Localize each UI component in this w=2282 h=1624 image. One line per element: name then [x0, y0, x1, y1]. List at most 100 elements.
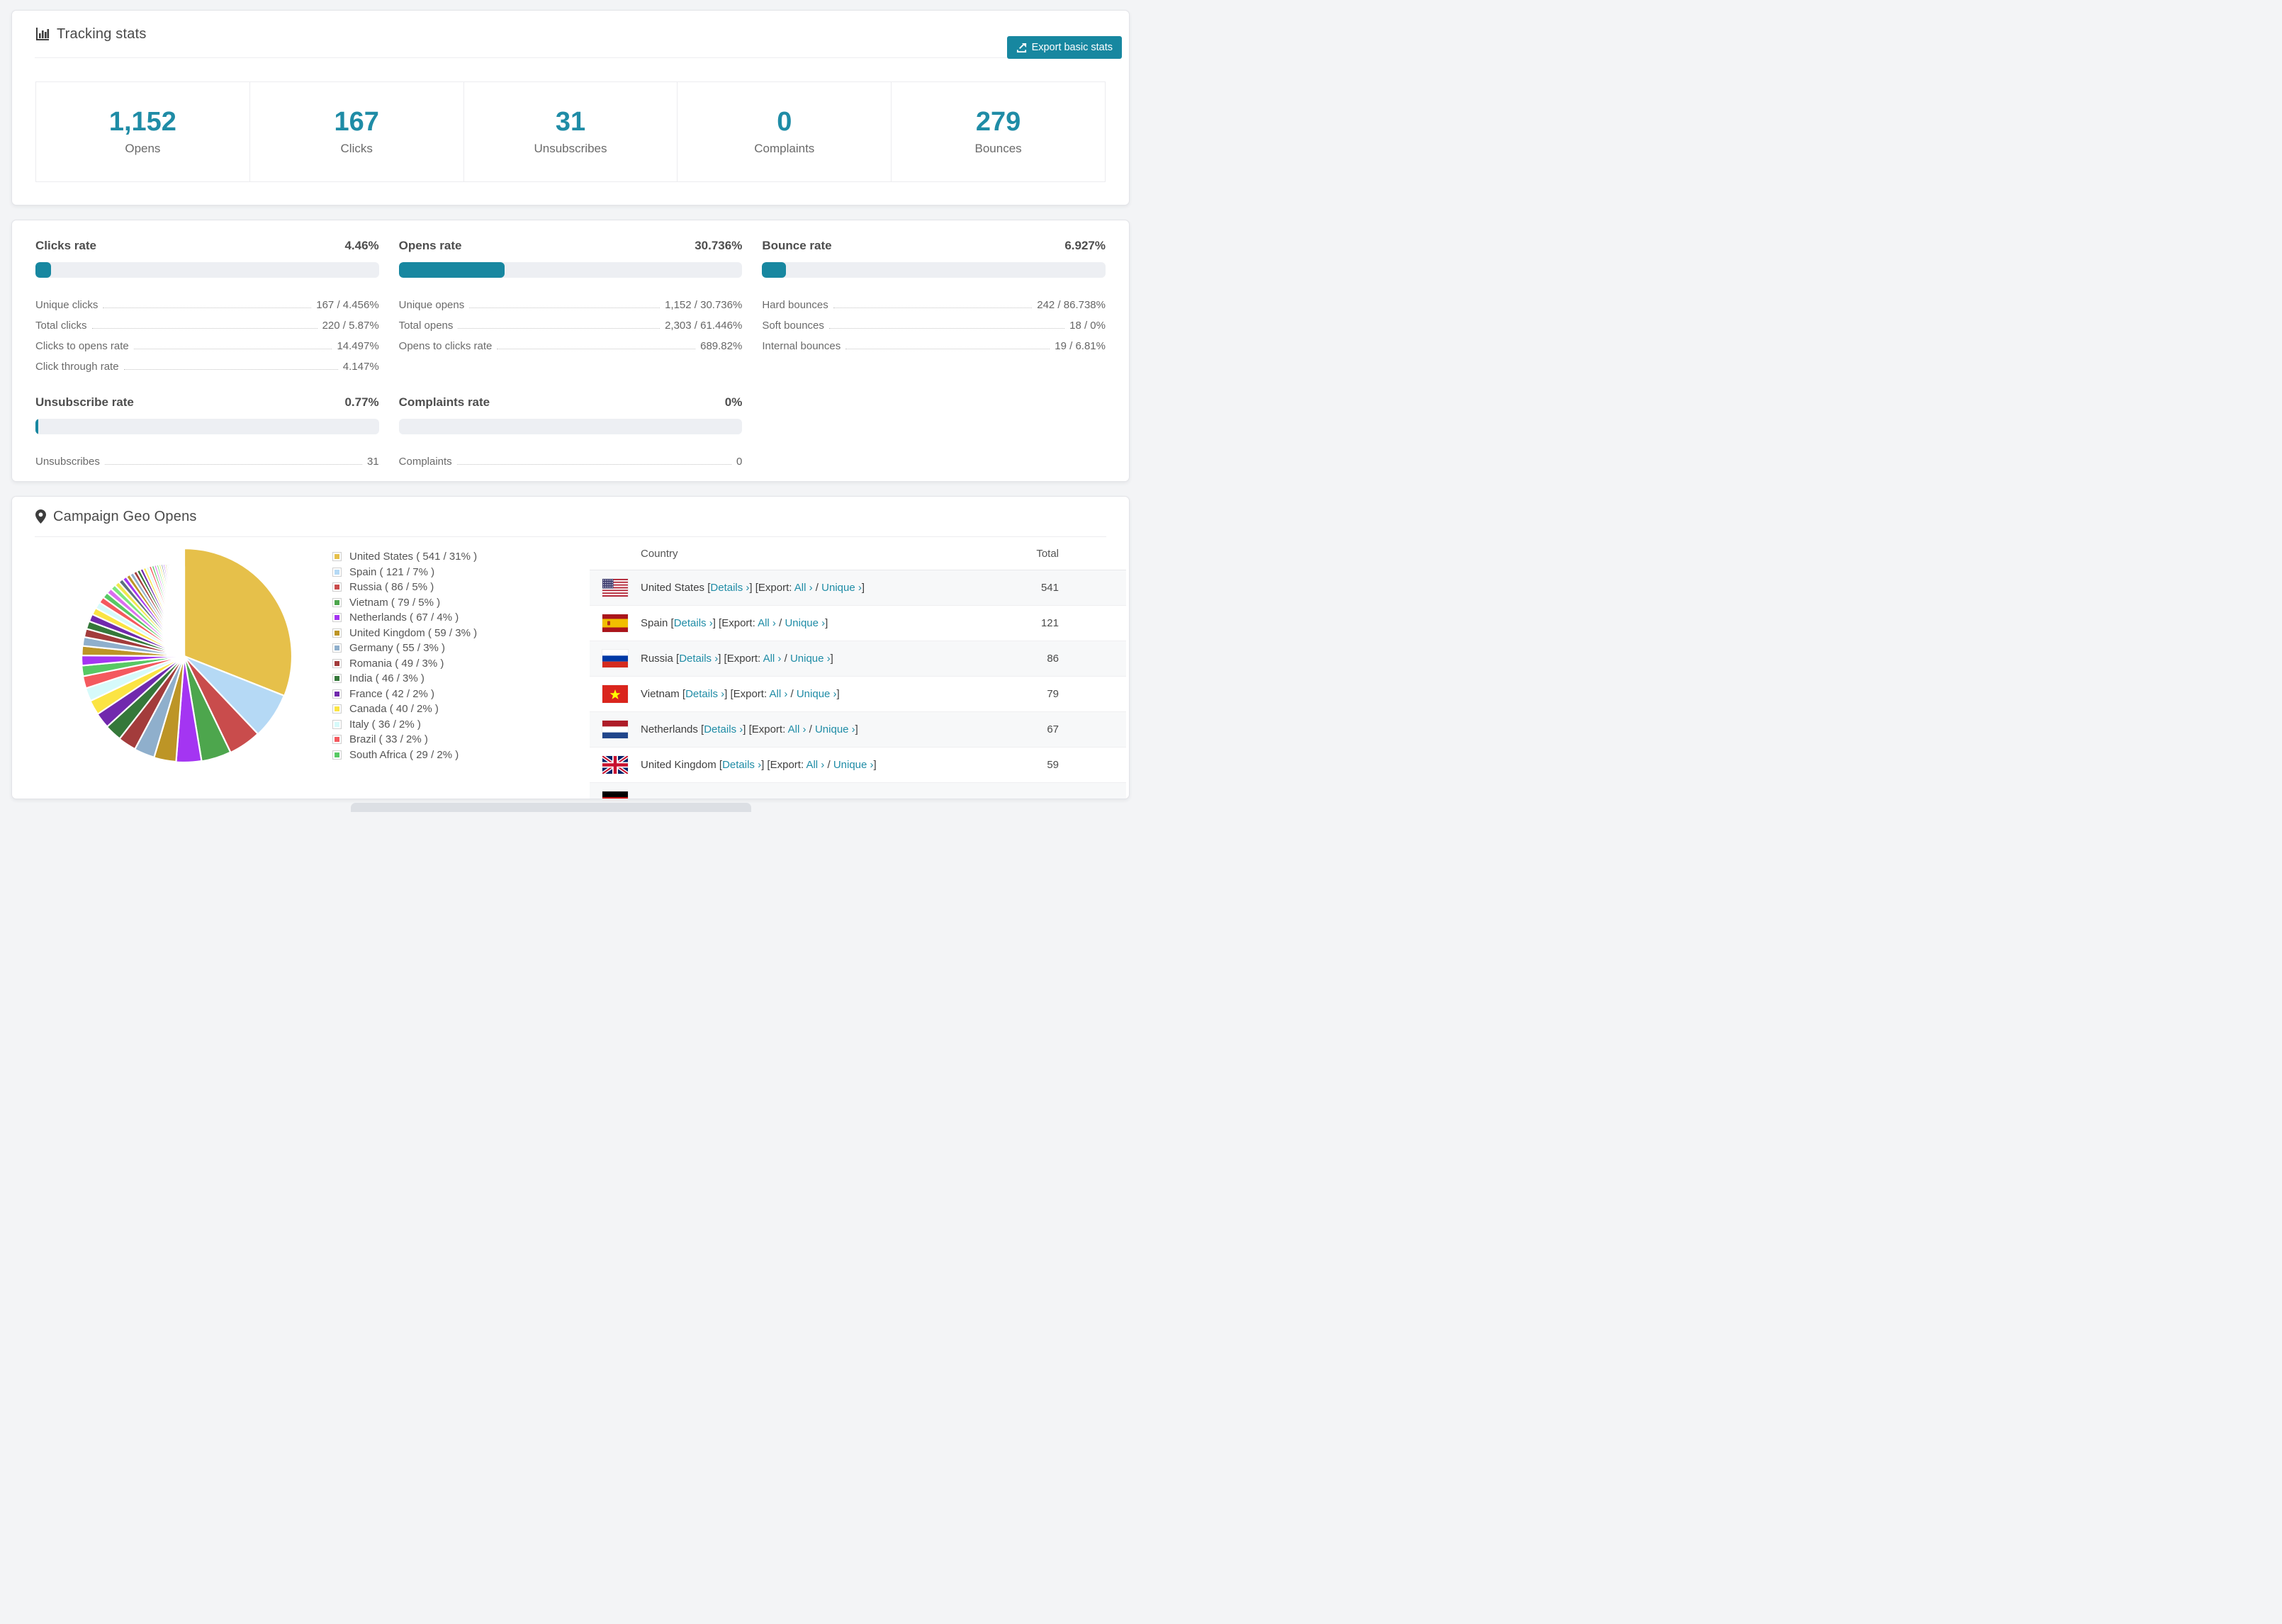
stat-value: 0: [777, 106, 792, 137]
bracket-text: ]: [855, 723, 858, 735]
export-all-link[interactable]: All ›: [794, 582, 813, 594]
country-cell: Spain [Details ›] [Export: All › / Uniqu…: [641, 617, 828, 629]
rate-stat-label: Unique clicks: [35, 299, 99, 311]
export-unique-link[interactable]: Unique ›: [797, 688, 837, 700]
slash-text: /: [812, 582, 822, 594]
rate-stat-rows: Unique opens 1,152 / 30.736% Total opens 2,…: [399, 291, 743, 352]
rate-title: Complaints rate: [398, 395, 490, 409]
slash-text: /: [787, 688, 797, 700]
legend-label: Netherlands ( 67 / 4% ): [349, 611, 459, 624]
bracket-text: ] [Export:: [761, 759, 806, 771]
legend-swatch: [332, 750, 342, 760]
legend-item: Romania ( 49 / 3% ): [332, 656, 477, 672]
bracket-text: ] [Export:: [749, 582, 794, 594]
rate-stat-value: 220 / 5.87%: [322, 320, 379, 332]
rate-stat-value: 689.82%: [700, 340, 743, 352]
dotted-leader: [458, 328, 661, 329]
rate-stat-label: Complaints: [398, 456, 452, 468]
details-link[interactable]: Details ›: [704, 723, 743, 735]
country-total: 59: [1047, 759, 1059, 771]
legend-label: Spain ( 121 / 7% ): [349, 565, 435, 578]
rate-value: 0.77%: [344, 395, 379, 409]
slash-text: /: [781, 653, 790, 665]
legend-item: Spain ( 121 / 7% ): [332, 565, 477, 580]
export-all-link[interactable]: All ›: [769, 688, 787, 700]
legend-swatch: [332, 735, 342, 745]
details-link[interactable]: Details ›: [685, 688, 724, 700]
stat-label: Complaints: [754, 141, 815, 155]
us-flag-icon: [602, 579, 628, 597]
rate-title: Bounce rate: [762, 239, 832, 252]
rate-stat-row: Opens to clicks rate 689.82%: [399, 332, 743, 352]
slash-text: /: [824, 759, 833, 771]
rate-stat-value: 19 / 6.81%: [1055, 340, 1106, 352]
geo-table-row: Vietnam [Details ›] [Export: All › / Uni…: [590, 677, 1126, 712]
bracket-text: ] [Export:: [718, 653, 763, 665]
export-unique-link[interactable]: Unique ›: [833, 759, 874, 771]
export-unique-link[interactable]: Unique ›: [785, 617, 825, 629]
bracket-text: ] [Export:: [712, 617, 758, 629]
export-all-link[interactable]: All ›: [788, 723, 806, 735]
rate-stat-label: Clicks to opens rate: [35, 340, 129, 352]
export-all-link[interactable]: All ›: [763, 653, 782, 665]
export-unique-link[interactable]: Unique ›: [790, 653, 831, 665]
bottom-partial-element: [351, 803, 751, 812]
rate-stat-rows: Unique clicks 167 / 4.456% Total clicks 220…: [35, 291, 379, 373]
gb-flag-icon: [601, 754, 629, 776]
legend-swatch: [332, 643, 342, 653]
rate-section-bounce-rate: Bounce rate 6.927% Hard bounces 242 / 86.73…: [762, 239, 1106, 373]
export-basic-stats-button[interactable]: Export basic stats: [1006, 36, 1122, 59]
rate-progress-fill: [35, 262, 51, 278]
legend-item: Canada ( 40 / 2% ): [332, 701, 477, 717]
legend-label: Russia ( 86 / 5% ): [349, 581, 434, 594]
legend-swatch: [332, 582, 342, 592]
rate-title-row: Opens rate 30.736%: [399, 239, 743, 253]
country-name: United Kingdom [: [641, 759, 723, 771]
details-link[interactable]: Details ›: [674, 617, 713, 629]
stat-box-complaints: 0 Complaints: [677, 81, 892, 182]
export-unique-link[interactable]: Unique ›: [815, 723, 855, 735]
geo-divider: [35, 536, 1106, 537]
dotted-leader: [123, 369, 338, 370]
geo-table-row-partial: [590, 783, 1126, 799]
details-link[interactable]: Details ›: [679, 653, 718, 665]
country-total: 79: [1047, 688, 1059, 700]
legend-item: Vietnam ( 79 / 5% ): [332, 595, 477, 611]
geo-pie-legend: United States ( 541 / 31% ) Spain ( 121 /…: [332, 549, 477, 762]
bracket-text: ] [Export:: [743, 723, 788, 735]
export-unique-link[interactable]: Unique ›: [821, 582, 862, 594]
details-link[interactable]: Details ›: [710, 582, 749, 594]
legend-label: Vietnam ( 79 / 5% ): [349, 596, 441, 609]
rate-stat-row: Click through rate 4.147%: [35, 352, 379, 373]
legend-item: Italy ( 36 / 2% ): [332, 717, 477, 733]
rate-stat-label: Hard bounces: [762, 299, 828, 311]
rate-section-complaints-rate: Complaints rate 0% Complaints 0: [398, 395, 743, 468]
export-all-link[interactable]: All ›: [758, 617, 776, 629]
rate-stat-value: 31: [366, 456, 379, 468]
rate-stat-row: Clicks to opens rate 14.497%: [35, 332, 379, 352]
rate-title-row: Bounce rate 6.927%: [762, 239, 1106, 253]
stat-value: 31: [555, 106, 586, 137]
geo-pie-chart[interactable]: [70, 542, 298, 770]
rate-progress-fill: [398, 262, 505, 278]
stat-value: 279: [975, 106, 1021, 137]
rate-section-clicks-rate: Clicks rate 4.46% Unique clicks 167 / 4.456…: [35, 239, 379, 373]
rate-title: Unsubscribe rate: [35, 395, 134, 409]
geo-table-row: Russia [Details ›] [Export: All › / Uniq…: [590, 641, 1126, 677]
ru-flag-icon: [602, 650, 628, 667]
stat-value: 167: [334, 106, 379, 137]
total-column-header: Total: [1036, 548, 1059, 560]
geo-table-row: United States [Details ›] [Export: All ›…: [590, 570, 1126, 606]
rate-stat-row: Soft bounces 18 / 0%: [762, 311, 1106, 332]
details-link[interactable]: Details ›: [722, 759, 761, 771]
rate-stat-row: Unique opens 1,152 / 30.736%: [399, 291, 743, 311]
bar-chart-icon: [35, 27, 50, 41]
slash-text: /: [775, 617, 785, 629]
country-name: United States [: [641, 582, 711, 594]
export-all-link[interactable]: All ›: [806, 759, 824, 771]
bracket-text: ]: [873, 759, 877, 771]
country-name: Russia [: [641, 653, 680, 665]
country-name: Netherlands [: [641, 723, 704, 735]
bracket-text: ]: [861, 582, 865, 594]
legend-item: India ( 46 / 3% ): [332, 671, 477, 687]
